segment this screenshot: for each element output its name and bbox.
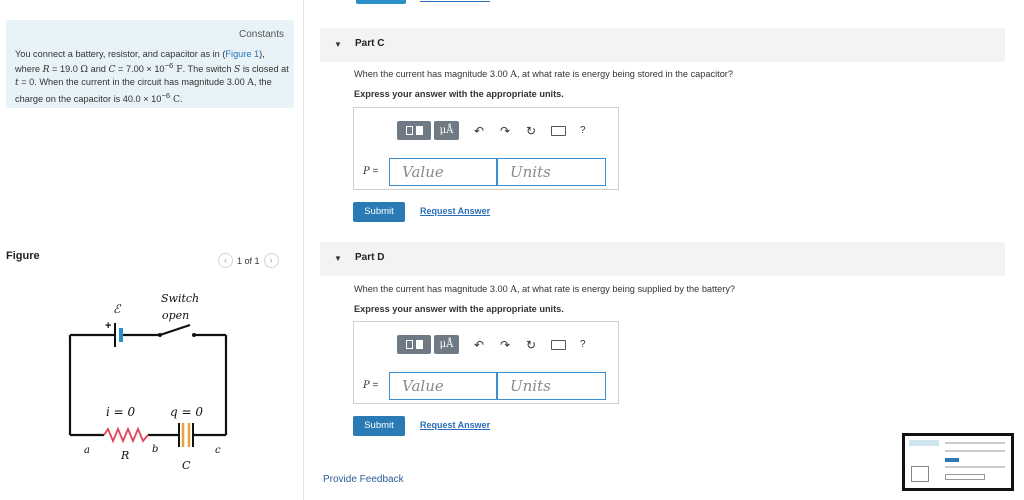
part-c-request-answer-link[interactable]: Request Answer xyxy=(420,206,490,216)
clipped-request-link[interactable] xyxy=(420,1,490,2)
resistor-zigzag xyxy=(103,426,149,444)
undo-icon[interactable]: ↶ xyxy=(473,338,485,352)
templates-icon[interactable] xyxy=(397,121,431,140)
part-c-question: When the current has magnitude 3.00 A, a… xyxy=(354,69,733,80)
current-label: i = 0 xyxy=(106,405,136,419)
variable-label: P = xyxy=(363,166,379,177)
emf-label: ℰ xyxy=(113,302,122,316)
value-input[interactable]: Value xyxy=(389,158,497,186)
part-d-question: When the current has magnitude 3.00 A, a… xyxy=(354,284,736,295)
pager-text: 1 of 1 xyxy=(237,255,260,266)
units-icon[interactable]: μÅ xyxy=(434,121,459,140)
figure-link[interactable]: Figure 1 xyxy=(225,49,259,59)
part-d-answer-box: μÅ ↶ ↷ ↻ ? P = Value Units xyxy=(353,321,619,404)
undo-icon[interactable]: ↶ xyxy=(473,124,485,138)
constants-link[interactable]: Constants xyxy=(239,29,284,40)
resistor-label: R xyxy=(120,449,129,462)
part-c-submit-button[interactable]: Submit xyxy=(353,202,405,222)
redo-icon[interactable]: ↷ xyxy=(499,124,511,138)
switch-label-1: Switch xyxy=(161,292,199,305)
charge-label: q = 0 xyxy=(170,405,203,419)
units-icon[interactable]: μÅ xyxy=(434,335,459,354)
problem-statement: You connect a battery, resistor, and cap… xyxy=(15,49,289,105)
part-d-header[interactable]: ▼ Part D xyxy=(320,242,1005,276)
figure-pager: ‹ 1 of 1 › xyxy=(218,253,279,268)
battery-plus-label: + xyxy=(105,320,111,332)
part-c-title: Part C xyxy=(355,38,385,49)
part-d-instruction: Express your answer with the appropriate… xyxy=(354,304,564,314)
math-toolbar: μÅ ↶ ↷ ↻ ? xyxy=(397,121,586,140)
units-input[interactable]: Units xyxy=(497,158,606,186)
page-thumbnail[interactable] xyxy=(902,433,1014,491)
value-input[interactable]: Value xyxy=(389,372,497,400)
part-d-title: Part D xyxy=(355,252,385,263)
figure-heading: Figure xyxy=(6,250,40,262)
capacitor-label: C xyxy=(182,459,191,472)
redo-icon[interactable]: ↷ xyxy=(499,338,511,352)
node-c-label: c xyxy=(215,445,221,456)
math-toolbar: μÅ ↶ ↷ ↻ ? xyxy=(397,335,586,354)
part-c-instruction: Express your answer with the appropriate… xyxy=(354,89,564,99)
constants-box: Constants You connect a battery, resisto… xyxy=(6,20,294,108)
keyboard-icon[interactable] xyxy=(551,125,566,136)
reset-icon[interactable]: ↻ xyxy=(525,338,537,352)
collapse-triangle-icon[interactable]: ▼ xyxy=(334,254,342,263)
provide-feedback-link[interactable]: Provide Feedback xyxy=(323,474,404,485)
circuit-diagram: + ℰ Switch open i = 0 q = 0 a R b c C xyxy=(68,292,228,472)
part-c-header[interactable]: ▼ Part C xyxy=(320,28,1005,62)
variable-label: P = xyxy=(363,380,379,391)
part-d-submit-button[interactable]: Submit xyxy=(353,416,405,436)
keyboard-icon[interactable] xyxy=(551,339,566,350)
chevron-left-icon[interactable]: ‹ xyxy=(218,253,233,268)
templates-icon[interactable] xyxy=(397,335,431,354)
units-input[interactable]: Units xyxy=(497,372,606,400)
switch-blade xyxy=(159,323,191,337)
switch-contact-left xyxy=(158,333,162,337)
clipped-submit-button[interactable] xyxy=(356,0,406,4)
collapse-triangle-icon[interactable]: ▼ xyxy=(334,40,342,49)
part-c-answer-box: μÅ ↶ ↷ ↻ ? P = Value Units xyxy=(353,107,619,190)
switch-label-2: open xyxy=(162,309,189,322)
part-d-request-answer-link[interactable]: Request Answer xyxy=(420,420,490,430)
help-icon[interactable]: ? xyxy=(580,125,586,136)
help-icon[interactable]: ? xyxy=(580,339,586,350)
problem-panel: Constants You connect a battery, resisto… xyxy=(0,0,304,500)
chevron-right-icon[interactable]: › xyxy=(263,253,279,268)
node-a-label: a xyxy=(84,445,90,456)
node-b-label: b xyxy=(152,444,158,455)
reset-icon[interactable]: ↻ xyxy=(525,124,537,138)
